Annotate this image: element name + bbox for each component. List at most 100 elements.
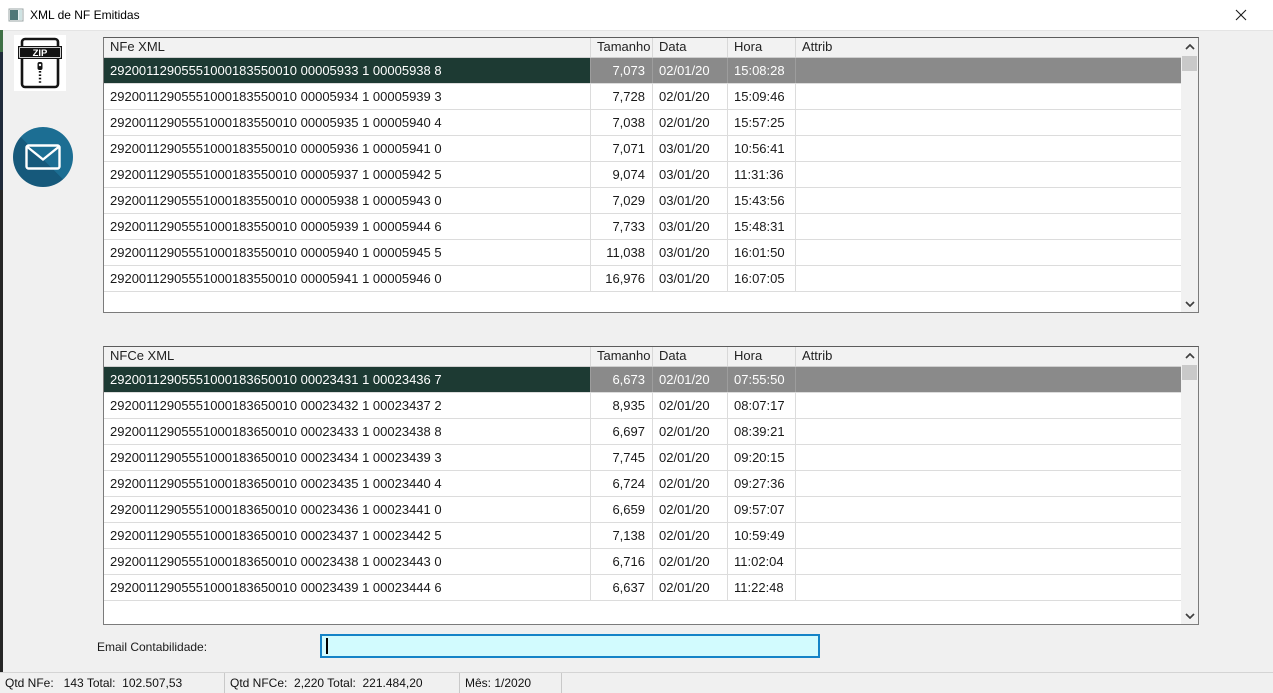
cell: 6,716 — [591, 549, 653, 574]
column-header-data[interactable]: Data — [653, 347, 728, 366]
cell: 29200112905551000183550010 00005941 1 00… — [104, 266, 591, 291]
cell: 11:31:36 — [728, 162, 796, 187]
email-input[interactable] — [324, 637, 804, 654]
cell: 15:48:31 — [728, 214, 796, 239]
email-input-box[interactable] — [320, 634, 820, 658]
table-row[interactable]: 29200112905551000183550010 00005941 1 00… — [104, 266, 1181, 292]
table-row[interactable]: 29200112905551000183650010 00023431 1 00… — [104, 367, 1181, 393]
cell: 29200112905551000183550010 00005933 1 00… — [104, 58, 591, 83]
close-button[interactable] — [1218, 0, 1263, 29]
table-row[interactable]: 29200112905551000183650010 00023437 1 00… — [104, 523, 1181, 549]
cell: 29200112905551000183650010 00023439 1 00… — [104, 575, 591, 600]
nfce-vertical-scrollbar[interactable] — [1181, 347, 1198, 624]
cell: 7,071 — [591, 136, 653, 161]
table-row[interactable]: 29200112905551000183650010 00023433 1 00… — [104, 419, 1181, 445]
cell: 7,138 — [591, 523, 653, 548]
cell: 02/01/20 — [653, 58, 728, 83]
cell — [796, 214, 1181, 239]
cell: 03/01/20 — [653, 266, 728, 291]
cell: 10:59:49 — [728, 523, 796, 548]
close-icon — [1235, 9, 1246, 20]
table-row[interactable]: 29200112905551000183550010 00005939 1 00… — [104, 214, 1181, 240]
table-row[interactable]: 29200112905551000183650010 00023432 1 00… — [104, 393, 1181, 419]
status-panel: Qtd NFe: 143 Total: 102.507,53 — [0, 673, 225, 693]
cell: 02/01/20 — [653, 549, 728, 574]
cell — [796, 445, 1181, 470]
cell: 7,073 — [591, 58, 653, 83]
column-header-nfce-xml[interactable]: NFCe XML — [104, 347, 591, 366]
scroll-up-button[interactable] — [1181, 38, 1198, 55]
cell: 02/01/20 — [653, 367, 728, 392]
column-header-data[interactable]: Data — [653, 38, 728, 57]
table-row[interactable]: 29200112905551000183550010 00005937 1 00… — [104, 162, 1181, 188]
cell: 29200112905551000183650010 00023432 1 00… — [104, 393, 591, 418]
cell: 29200112905551000183650010 00023434 1 00… — [104, 445, 591, 470]
nfe-table-header: NFe XML Tamanho Data Hora Attrib — [104, 38, 1181, 58]
cell — [796, 419, 1181, 444]
cell — [796, 58, 1181, 83]
scroll-up-button[interactable] — [1181, 347, 1198, 364]
cell: 03/01/20 — [653, 162, 728, 187]
cell: 7,038 — [591, 110, 653, 135]
chevron-up-icon — [1184, 43, 1195, 50]
cell: 08:07:17 — [728, 393, 796, 418]
table-row[interactable]: 29200112905551000183650010 00023435 1 00… — [104, 471, 1181, 497]
cell: 6,659 — [591, 497, 653, 522]
scrollbar-thumb[interactable] — [1182, 365, 1197, 380]
cell: 29200112905551000183550010 00005939 1 00… — [104, 214, 591, 239]
cell: 11,038 — [591, 240, 653, 265]
cell: 02/01/20 — [653, 110, 728, 135]
nfce-table-header: NFCe XML Tamanho Data Hora Attrib — [104, 347, 1181, 367]
cell: 15:43:56 — [728, 188, 796, 213]
nfe-vertical-scrollbar[interactable] — [1181, 38, 1198, 312]
nfe-table-body: 29200112905551000183550010 00005933 1 00… — [104, 58, 1181, 312]
cell: 29200112905551000183550010 00005937 1 00… — [104, 162, 591, 187]
table-row[interactable]: 29200112905551000183550010 00005940 1 00… — [104, 240, 1181, 266]
window-title: XML de NF Emitidas — [30, 8, 140, 22]
zip-export-button[interactable]: ZIP — [14, 35, 66, 91]
cell: 6,637 — [591, 575, 653, 600]
scroll-down-button[interactable] — [1181, 607, 1198, 624]
cell — [796, 84, 1181, 109]
send-email-button[interactable] — [13, 127, 73, 187]
column-header-attrib[interactable]: Attrib — [796, 347, 1181, 366]
table-row[interactable]: 29200112905551000183550010 00005938 1 00… — [104, 188, 1181, 214]
table-row[interactable]: 29200112905551000183550010 00005934 1 00… — [104, 84, 1181, 110]
cell: 7,733 — [591, 214, 653, 239]
cell: 16:01:50 — [728, 240, 796, 265]
cell: 6,673 — [591, 367, 653, 392]
column-header-hora[interactable]: Hora — [728, 347, 796, 366]
table-row[interactable]: 29200112905551000183550010 00005936 1 00… — [104, 136, 1181, 162]
scrollbar-thumb[interactable] — [1182, 56, 1197, 71]
column-header-nfe-xml[interactable]: NFe XML — [104, 38, 591, 57]
column-header-tamanho[interactable]: Tamanho — [591, 347, 653, 366]
cell: 15:57:25 — [728, 110, 796, 135]
cell: 02/01/20 — [653, 84, 728, 109]
scroll-down-button[interactable] — [1181, 295, 1198, 312]
column-header-hora[interactable]: Hora — [728, 38, 796, 57]
table-row[interactable]: 29200112905551000183650010 00023438 1 00… — [104, 549, 1181, 575]
cell: 29200112905551000183550010 00005936 1 00… — [104, 136, 591, 161]
zip-icon: ZIP — [18, 37, 62, 89]
table-row[interactable]: 29200112905551000183650010 00023434 1 00… — [104, 445, 1181, 471]
cell: 29200112905551000183550010 00005938 1 00… — [104, 188, 591, 213]
table-row[interactable]: 29200112905551000183650010 00023439 1 00… — [104, 575, 1181, 601]
table-row[interactable]: 29200112905551000183650010 00023436 1 00… — [104, 497, 1181, 523]
cell — [796, 367, 1181, 392]
cell: 7,728 — [591, 84, 653, 109]
table-row[interactable]: 29200112905551000183550010 00005935 1 00… — [104, 110, 1181, 136]
cell — [796, 575, 1181, 600]
status-panel — [562, 673, 1273, 693]
chevron-up-icon — [1184, 352, 1195, 359]
cell: 02/01/20 — [653, 445, 728, 470]
cell: 29200112905551000183650010 00023438 1 00… — [104, 549, 591, 574]
cell: 15:09:46 — [728, 84, 796, 109]
column-header-tamanho[interactable]: Tamanho — [591, 38, 653, 57]
cell — [796, 523, 1181, 548]
cell: 16,976 — [591, 266, 653, 291]
column-header-attrib[interactable]: Attrib — [796, 38, 1181, 57]
status-bar: Qtd NFe: 143 Total: 102.507,53 Qtd NFCe: … — [0, 672, 1273, 693]
cell: 29200112905551000183650010 00023437 1 00… — [104, 523, 591, 548]
cell: 11:22:48 — [728, 575, 796, 600]
table-row[interactable]: 29200112905551000183550010 00005933 1 00… — [104, 58, 1181, 84]
